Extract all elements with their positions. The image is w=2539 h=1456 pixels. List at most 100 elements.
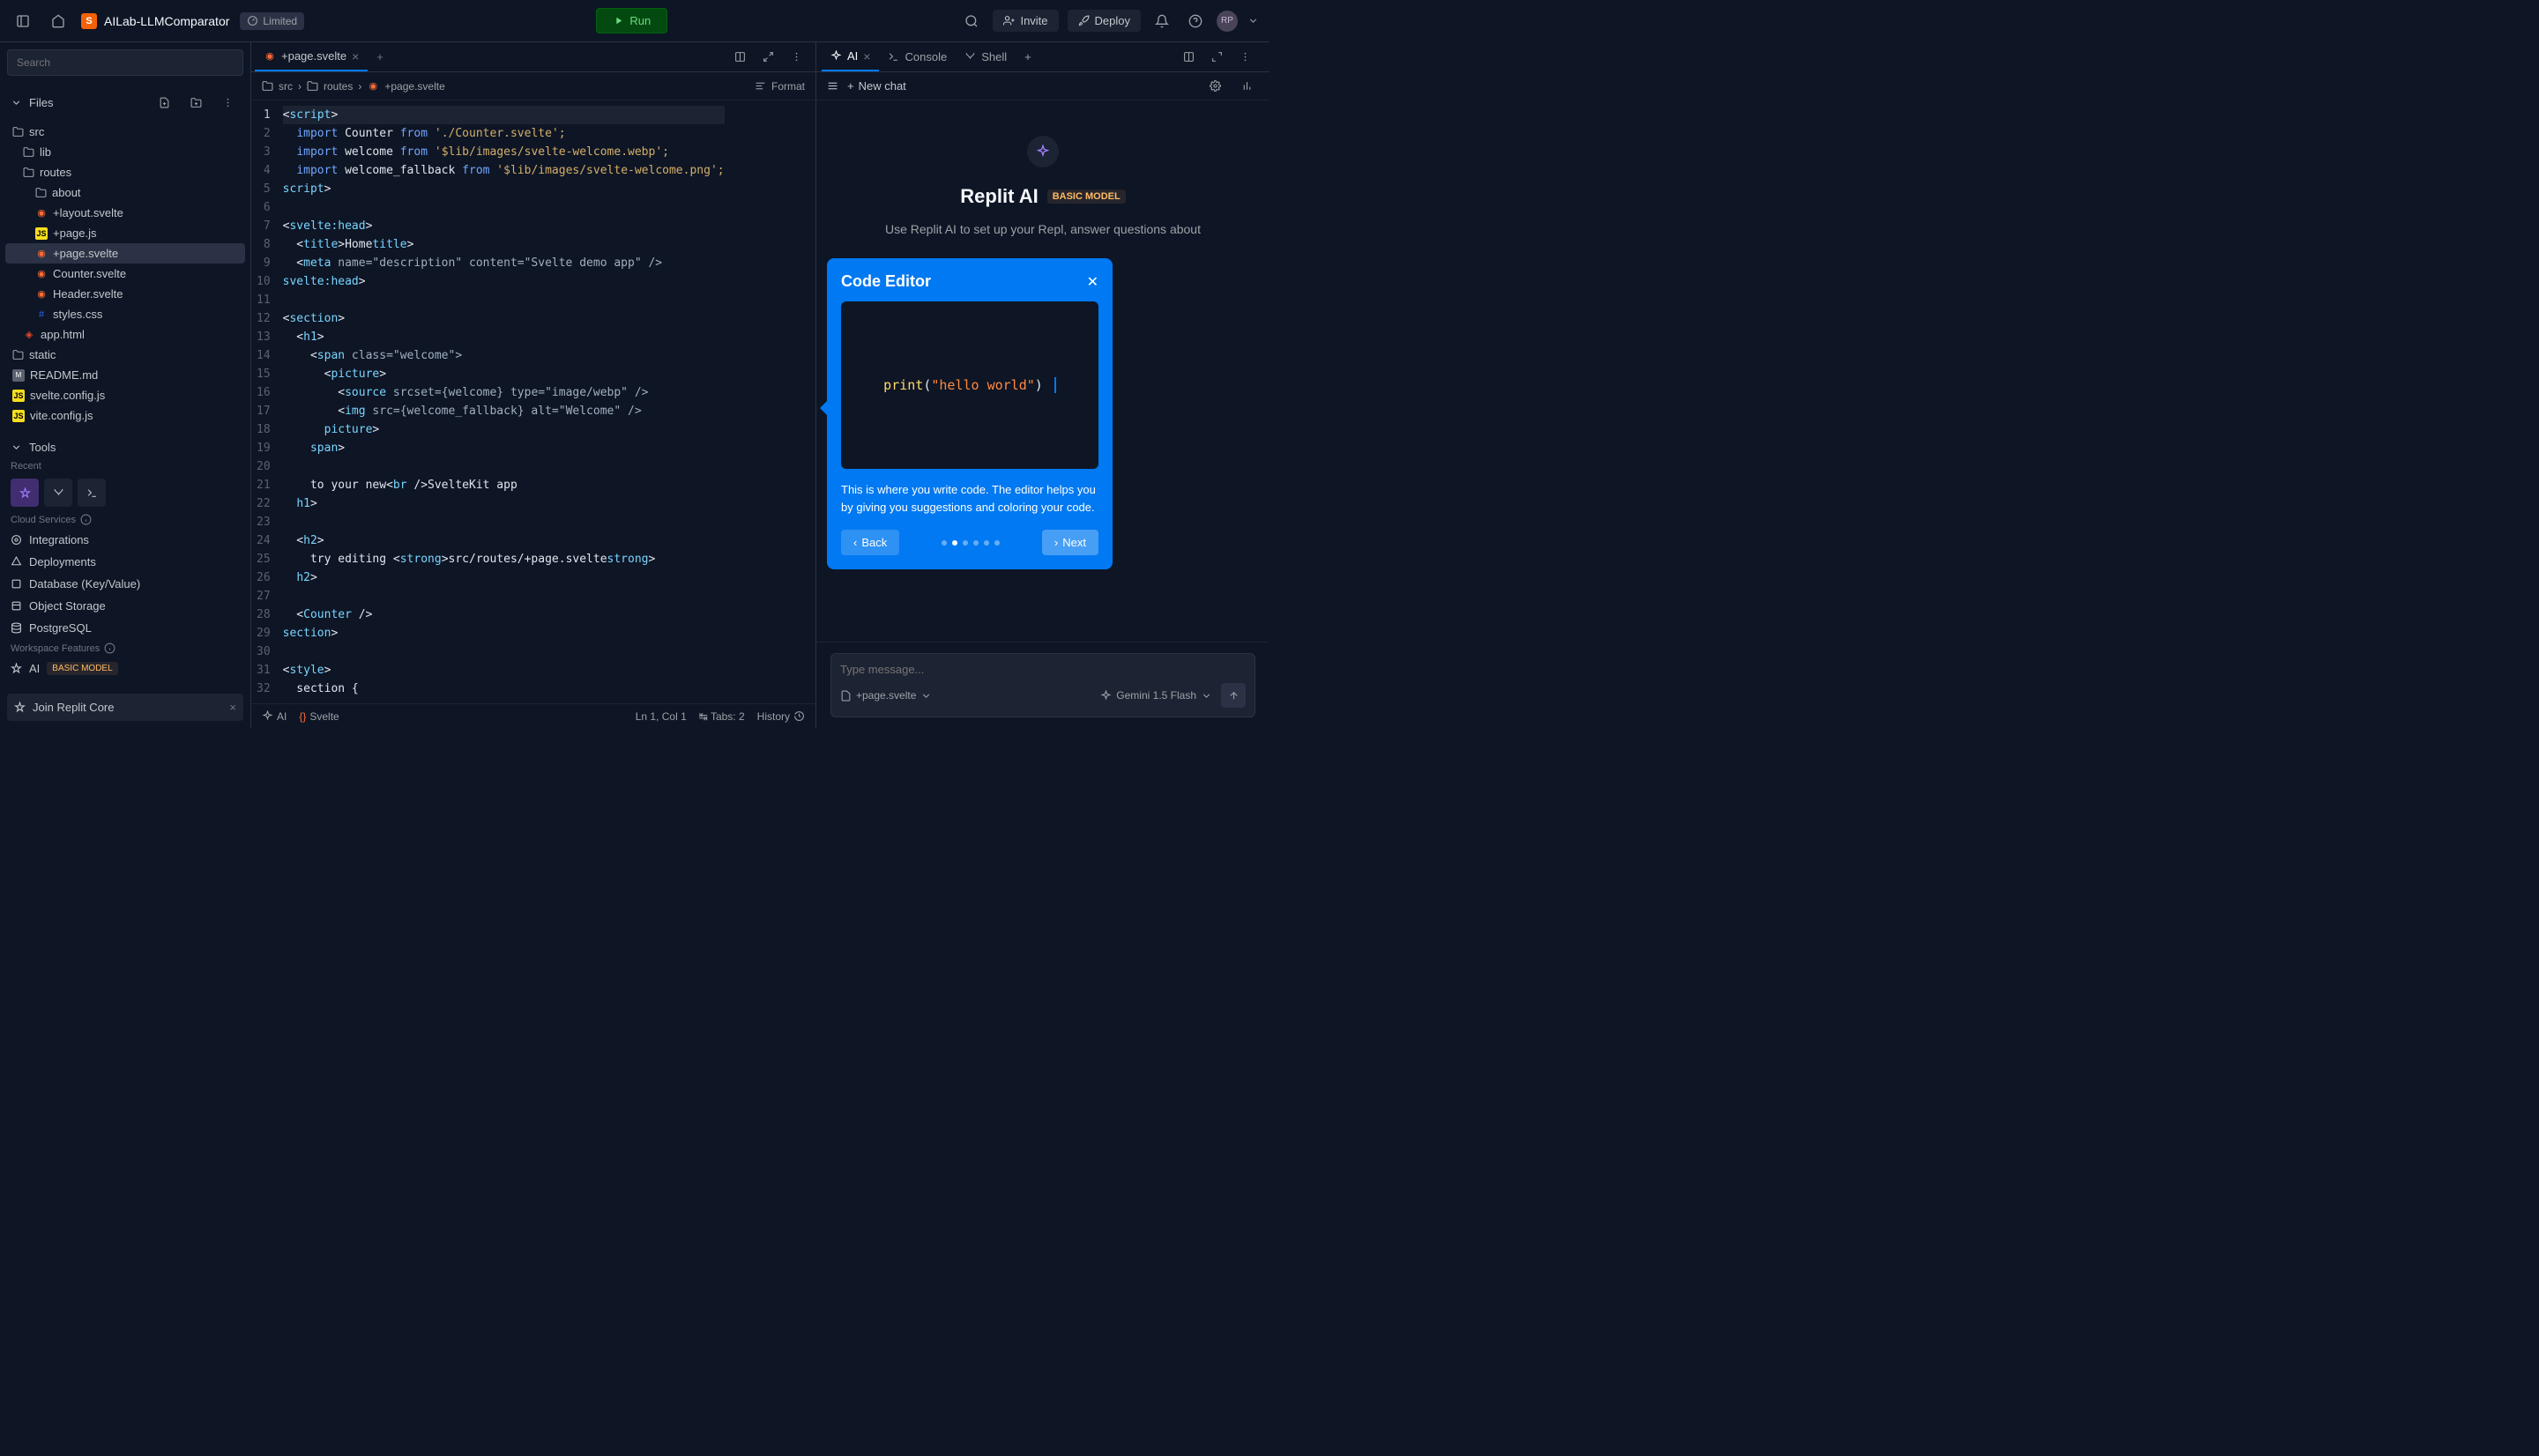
person-plus-icon	[1003, 15, 1015, 26]
join-core-banner[interactable]: Join Replit Core ×	[7, 694, 243, 721]
play-icon	[613, 15, 624, 26]
kebab-icon[interactable]	[215, 90, 240, 115]
crumb[interactable]: +page.svelte	[384, 80, 444, 93]
new-chat-button[interactable]: +New chat	[847, 79, 906, 93]
home-icon[interactable]	[46, 9, 71, 33]
list-icon[interactable]	[827, 80, 838, 92]
tool-postgres[interactable]: PostgreSQL	[11, 617, 240, 639]
tree-file[interactable]: ◈app.html	[5, 324, 245, 345]
tree-file[interactable]: ◉Header.svelte	[5, 284, 245, 304]
new-folder-icon[interactable]	[183, 90, 208, 115]
bell-icon[interactable]	[1150, 9, 1174, 33]
ai-subheader: +New chat	[816, 72, 1270, 100]
tab-ai[interactable]: AI×	[822, 42, 879, 71]
css-file-icon: #	[35, 308, 48, 321]
limited-badge[interactable]: Limited	[240, 12, 304, 30]
tool-chip-ai[interactable]	[11, 479, 39, 507]
chevron-down-icon	[11, 97, 22, 108]
code-editor[interactable]: 1234567891011121314151617181920212223242…	[251, 100, 815, 703]
file-icon	[840, 690, 852, 702]
tool-integrations[interactable]: Integrations	[11, 529, 240, 551]
add-tab-button[interactable]: +	[1016, 42, 1040, 71]
format-button[interactable]: Format	[755, 80, 805, 93]
add-tab-button[interactable]: +	[368, 50, 392, 63]
close-icon[interactable]: ×	[229, 701, 236, 714]
tool-chip-shell[interactable]	[44, 479, 72, 507]
new-file-icon[interactable]	[152, 90, 176, 115]
js-file-icon: JS	[35, 227, 48, 240]
basic-model-badge: BASIC MODEL	[1047, 189, 1126, 204]
tree-file[interactable]: #styles.css	[5, 304, 245, 324]
search-icon[interactable]	[959, 9, 984, 33]
close-icon[interactable]: ✕	[1087, 273, 1098, 291]
chevron-down-icon	[11, 442, 22, 453]
tree-file[interactable]: ◉+page.svelte	[5, 243, 245, 264]
split-icon[interactable]	[1176, 45, 1201, 70]
tree-folder-about[interactable]: about	[5, 182, 245, 203]
tab[interactable]: ◉ +page.svelte ×	[255, 42, 368, 71]
tree-folder-src[interactable]: src	[5, 122, 245, 142]
send-button[interactable]	[1221, 683, 1246, 708]
next-button[interactable]: › Next	[1042, 530, 1098, 555]
help-icon[interactable]	[1183, 9, 1208, 33]
tree-folder-routes[interactable]: routes	[5, 162, 245, 182]
tabs-setting[interactable]: ↹ Tabs: 2	[699, 710, 745, 723]
ai-input-box[interactable]: +page.svelte Gemini 1.5 Flash	[830, 653, 1255, 717]
tutorial-code-preview: print("hello world")	[841, 301, 1098, 469]
kebab-icon[interactable]	[1232, 45, 1257, 70]
gear-icon[interactable]	[1202, 74, 1227, 99]
line-numbers: 1234567891011121314151617181920212223242…	[251, 100, 283, 703]
kebab-icon[interactable]	[784, 45, 808, 70]
tree-file[interactable]: MREADME.md	[5, 365, 245, 385]
back-button[interactable]: ‹ Back	[841, 530, 899, 555]
expand-icon[interactable]	[756, 45, 780, 70]
panel-toggle-icon[interactable]	[11, 9, 35, 33]
search-input[interactable]	[7, 49, 243, 76]
deploy-button[interactable]: Deploy	[1068, 10, 1141, 32]
tool-ai[interactable]: AIBASIC MODEL	[11, 657, 240, 680]
tree-file[interactable]: ◉+layout.svelte	[5, 203, 245, 223]
invite-button[interactable]: Invite	[993, 10, 1058, 32]
chevron-down-icon[interactable]	[1247, 9, 1259, 33]
svelte-file-icon: ◉	[35, 268, 48, 280]
tab-console[interactable]: Console	[879, 42, 956, 71]
tool-database[interactable]: Database (Key/Value)	[11, 573, 240, 595]
tree-folder-lib[interactable]: lib	[5, 142, 245, 162]
project-title[interactable]: S AILab-LLMComparator	[81, 13, 229, 29]
crumb[interactable]: src	[279, 80, 293, 93]
close-icon[interactable]: ×	[863, 49, 870, 63]
history-button[interactable]: History	[757, 710, 805, 723]
basic-model-badge: BASIC MODEL	[47, 662, 117, 675]
recent-label: Recent	[11, 457, 240, 475]
svelte-file-icon: ◉	[264, 50, 276, 63]
lang-status[interactable]: {}Svelte	[299, 710, 339, 723]
cursor-position[interactable]: Ln 1, Col 1	[636, 710, 687, 723]
tool-storage[interactable]: Object Storage	[11, 595, 240, 617]
stats-icon[interactable]	[1234, 74, 1259, 99]
context-file-chip[interactable]: +page.svelte	[840, 689, 932, 702]
split-icon[interactable]	[727, 45, 752, 70]
crumb[interactable]: routes	[324, 80, 353, 93]
tutorial-progress-dots	[942, 540, 1000, 546]
chevron-down-icon	[920, 690, 932, 702]
close-icon[interactable]: ×	[352, 49, 359, 63]
tree-file[interactable]: ◉Counter.svelte	[5, 264, 245, 284]
js-file-icon: JS	[12, 390, 25, 402]
tree-folder-static[interactable]: static	[5, 345, 245, 365]
ai-status[interactable]: AI	[262, 710, 287, 723]
tools-header[interactable]: Tools	[11, 437, 240, 457]
model-selector[interactable]: Gemini 1.5 Flash	[1100, 689, 1212, 702]
run-button[interactable]: Run	[596, 8, 667, 33]
shell-icon	[964, 51, 976, 63]
tool-deployments[interactable]: Deployments	[11, 551, 240, 573]
expand-icon[interactable]	[1204, 45, 1229, 70]
tree-file[interactable]: JS+page.js	[5, 223, 245, 243]
right-tabs: AI× Console Shell +	[816, 42, 1270, 72]
avatar[interactable]: RP	[1217, 11, 1238, 32]
ai-message-input[interactable]	[840, 663, 1246, 676]
tab-shell[interactable]: Shell	[956, 42, 1016, 71]
tool-chip-console[interactable]	[78, 479, 106, 507]
files-header[interactable]: Files	[0, 83, 250, 122]
tree-file[interactable]: JSsvelte.config.js	[5, 385, 245, 405]
tree-file[interactable]: JSvite.config.js	[5, 405, 245, 426]
